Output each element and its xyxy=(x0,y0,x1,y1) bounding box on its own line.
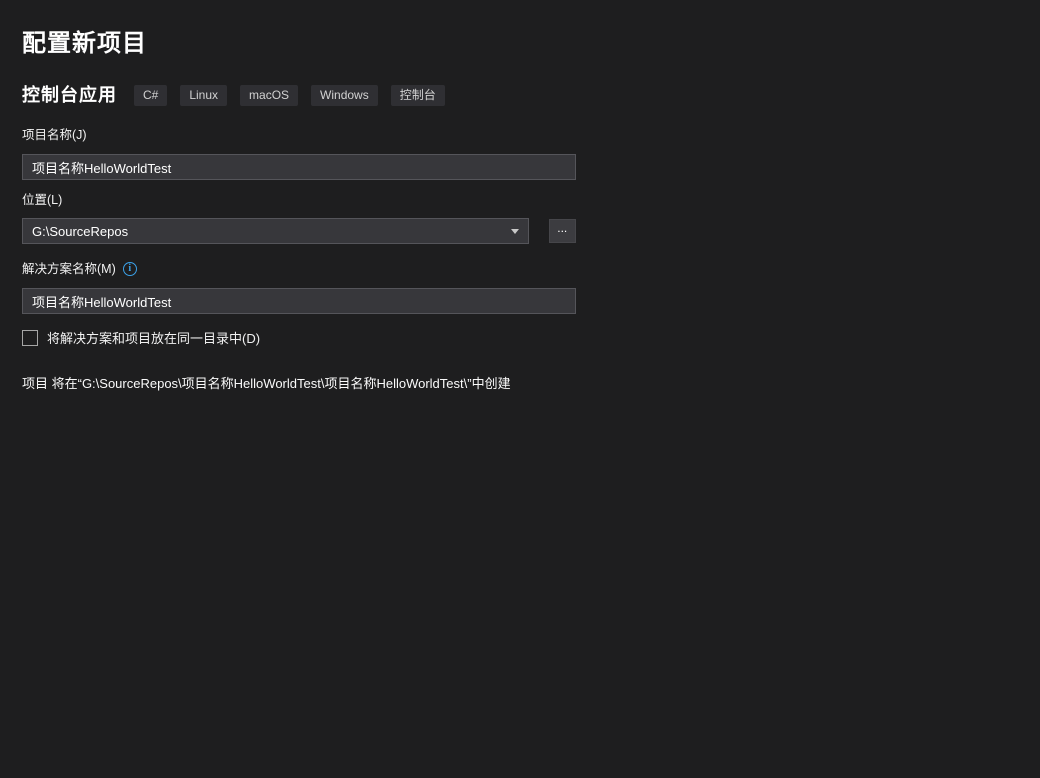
same-directory-row: 将解决方案和项目放在同一目录中(D) xyxy=(22,328,1040,347)
same-directory-checkbox[interactable] xyxy=(22,330,38,346)
chevron-down-icon xyxy=(511,229,519,234)
tag-console: 控制台 xyxy=(391,85,445,106)
template-tag-list: C# Linux macOS Windows 控制台 xyxy=(134,85,445,106)
location-combobox-value: G:\SourceRepos xyxy=(32,224,128,239)
project-create-path-text: 项目 将在“G:\SourceRepos\项目名称HelloWorldTest\… xyxy=(22,376,1040,391)
location-combobox[interactable]: G:\SourceRepos xyxy=(22,218,529,244)
solution-name-group: 解决方案名称(M) i xyxy=(22,262,576,314)
solution-name-label-row: 解决方案名称(M) i xyxy=(22,262,576,276)
same-directory-checkbox-label[interactable]: 将解决方案和项目放在同一目录中(D) xyxy=(47,328,260,347)
tag-csharp: C# xyxy=(134,85,167,106)
tag-linux: Linux xyxy=(180,85,227,106)
project-name-label: 项目名称(J) xyxy=(22,128,576,142)
browse-location-button[interactable]: ... xyxy=(549,219,576,243)
project-name-group: 项目名称(J) xyxy=(22,128,576,180)
configure-project-page: 配置新项目 控制台应用 C# Linux macOS Windows 控制台 项… xyxy=(0,0,1040,391)
location-label: 位置(L) xyxy=(22,193,576,207)
page-title: 配置新项目 xyxy=(22,30,1040,58)
location-row: G:\SourceRepos ... xyxy=(22,218,576,244)
project-name-input[interactable] xyxy=(22,154,576,180)
solution-name-input[interactable] xyxy=(22,288,576,314)
info-icon[interactable]: i xyxy=(123,262,137,276)
solution-name-label: 解决方案名称(M) xyxy=(22,262,116,276)
tag-macos: macOS xyxy=(240,85,298,106)
tag-windows: Windows xyxy=(311,85,378,106)
template-name: 控制台应用 xyxy=(22,84,117,106)
template-header: 控制台应用 C# Linux macOS Windows 控制台 xyxy=(22,84,1040,106)
location-group: 位置(L) G:\SourceRepos ... xyxy=(22,193,576,244)
